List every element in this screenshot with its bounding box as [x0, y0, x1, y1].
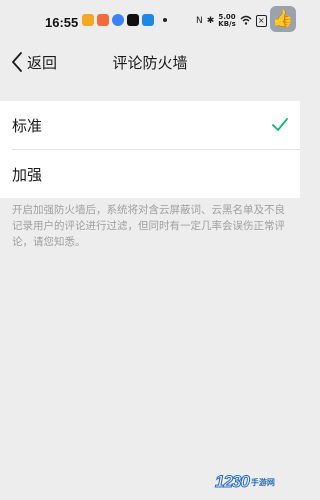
- app-notification-icon: [142, 14, 154, 26]
- bluetooth-icon: ✱: [206, 16, 215, 26]
- notification-icons: [82, 14, 167, 26]
- option-standard[interactable]: 标准: [0, 101, 300, 149]
- watermark-text: 手游网: [250, 477, 275, 487]
- firewall-description: 开启加强防火墙后，系统将对含云屏蔽词、云黑名单及不良记录用户的评论进行过滤，但同…: [12, 204, 285, 248]
- app-notification-icon: [97, 14, 109, 26]
- option-label: 加强: [12, 165, 43, 184]
- navigation-bar: 返回 评论防火墙: [0, 40, 300, 84]
- network-speed: 5.00 KB/s: [218, 13, 236, 28]
- checkmark-icon: [272, 117, 288, 131]
- option-enhanced[interactable]: 加强: [0, 150, 300, 198]
- watermark-logo: 1230 手游网: [215, 470, 295, 494]
- thumbs-up-icon[interactable]: 👍: [270, 6, 296, 32]
- watermark-number: 1230: [215, 472, 251, 492]
- status-bar: 16:55 N ✱ 5.00KB/s × 32 👍: [0, 0, 300, 40]
- option-label: 标准: [12, 116, 43, 135]
- option-list: 标准 加强: [0, 101, 300, 198]
- tiktok-icon: [127, 14, 139, 26]
- status-time: 16:55: [45, 15, 79, 30]
- sim-off-icon: ×: [255, 15, 267, 27]
- app-notification-icon: [112, 14, 124, 26]
- app-notification-icon: [82, 14, 94, 26]
- more-notifications-icon: [163, 18, 167, 22]
- wifi-icon: [240, 15, 252, 28]
- page-title: 评论防火墙: [112, 54, 188, 72]
- nfc-icon: N: [196, 16, 203, 26]
